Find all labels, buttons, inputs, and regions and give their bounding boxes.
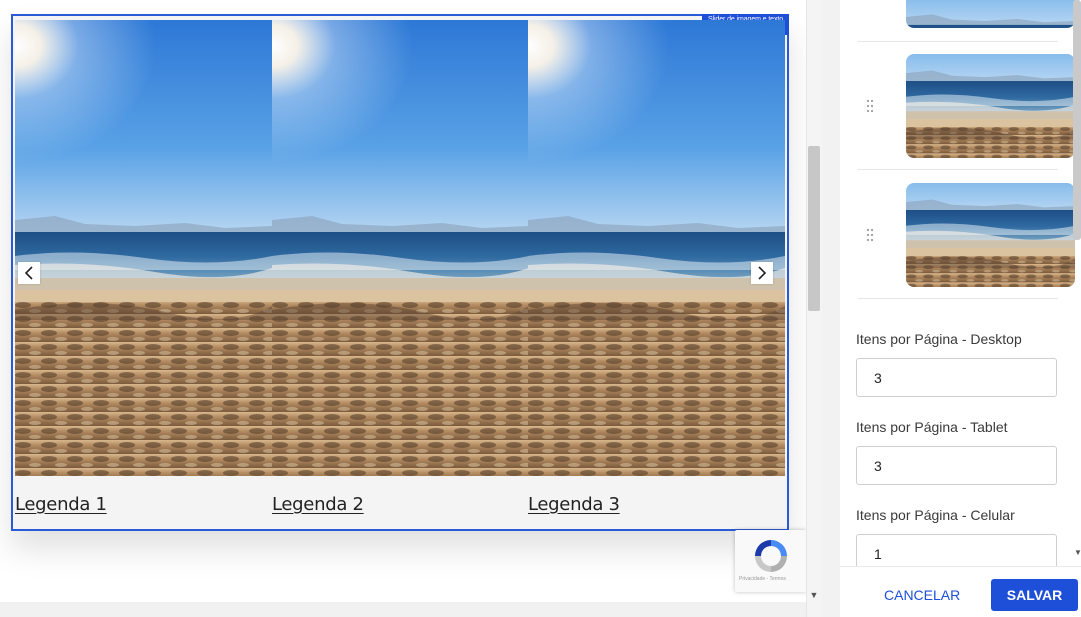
beach-photo	[906, 183, 1075, 287]
slider-prev-button[interactable]	[18, 262, 40, 284]
slide-caption-3[interactable]: Legenda 3	[528, 494, 620, 515]
items-per-page-desktop-input[interactable]	[856, 358, 1057, 397]
items-per-page-tablet-label: Itens por Página - Tablet	[856, 419, 1008, 435]
slide-3[interactable]	[528, 20, 785, 476]
canvas-background	[0, 545, 806, 605]
panel-scrollbar-thumb[interactable]	[1073, 0, 1081, 240]
image-thumbnail[interactable]	[906, 183, 1075, 287]
beach-photo	[528, 20, 785, 476]
drag-handle-icon[interactable]	[866, 99, 878, 113]
canvas-scrollbar-thumb[interactable]	[808, 146, 820, 311]
slide-caption-1[interactable]: Legenda 1	[15, 494, 107, 515]
image-list-item[interactable]	[858, 0, 1075, 42]
image-list-item[interactable]	[858, 171, 1075, 299]
chevron-right-icon	[758, 266, 767, 280]
slide-caption-2[interactable]: Legenda 2	[272, 494, 364, 515]
recaptcha-badge[interactable]: Privacidade - Termos	[735, 530, 807, 592]
slide-2[interactable]	[272, 20, 529, 476]
image-thumbnail[interactable]	[906, 54, 1075, 158]
settings-panel	[822, 0, 1081, 617]
slider-next-button[interactable]	[751, 262, 773, 284]
image-list-item[interactable]	[858, 42, 1075, 170]
save-button[interactable]: SALVAR	[991, 579, 1078, 611]
editor-canvas: Slider de imagem e texto Legenda 1 Legen…	[0, 0, 822, 617]
items-per-page-mobile-label: Itens por Página - Celular	[856, 507, 1015, 523]
beach-photo	[15, 20, 272, 476]
beach-photo	[906, 54, 1075, 158]
beach-photo	[906, 0, 1075, 28]
panel-scroll-down-icon[interactable]: ▼	[1074, 548, 1081, 557]
recaptcha-privacy-terms[interactable]: Privacidade - Termos	[739, 576, 786, 582]
items-per-page-desktop-label: Itens por Página - Desktop	[856, 331, 1022, 347]
slide-1[interactable]	[15, 20, 272, 476]
drag-handle-icon[interactable]	[866, 228, 878, 242]
canvas-footer-strip	[0, 602, 806, 617]
beach-photo	[272, 20, 529, 476]
image-text-slider[interactable]: Slider de imagem e texto Legenda 1 Legen…	[11, 14, 789, 531]
cancel-button[interactable]: CANCELAR	[878, 579, 964, 611]
scroll-down-icon[interactable]: ▼	[806, 587, 822, 603]
image-thumbnail[interactable]	[906, 0, 1075, 28]
recaptcha-icon	[755, 540, 787, 572]
chevron-left-icon	[24, 266, 33, 280]
items-per-page-tablet-input[interactable]	[856, 446, 1057, 485]
